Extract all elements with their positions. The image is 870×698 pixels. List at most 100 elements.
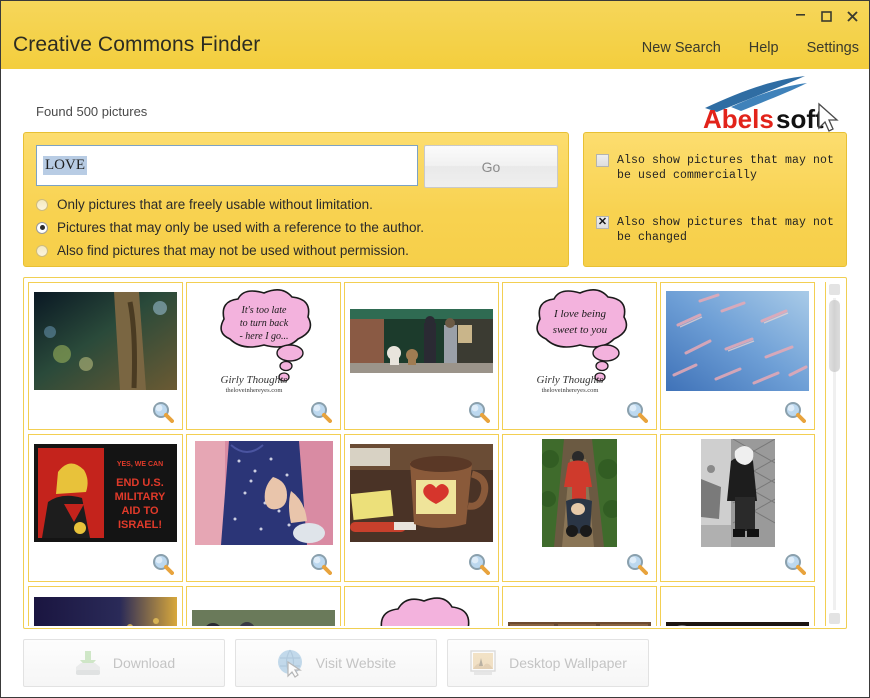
result-cell[interactable]: It's too late to turn back - here I go..… — [186, 282, 341, 430]
visit-website-label: Visit Website — [315, 655, 397, 671]
main-content: Found 500 pictures Abels soft LOVE Go On… — [1, 69, 869, 697]
thumbnail — [29, 287, 182, 395]
thumbnail: Inspiration with love — [661, 591, 814, 626]
abelssoft-logo: Abels soft — [687, 74, 847, 132]
result-cell[interactable] — [660, 282, 815, 430]
result-cell[interactable] — [344, 282, 499, 430]
magnifier-icon[interactable] — [784, 553, 806, 575]
result-cell[interactable]: YES, WE CAN END U.S. MILITARY AID TO ISR… — [28, 434, 183, 582]
options-checkbox-group: Also show pictures that may not be used … — [596, 153, 840, 277]
go-button[interactable]: Go — [424, 145, 558, 188]
thumbnail — [661, 439, 814, 547]
checkbox-noncommercial[interactable]: Also show pictures that may not be used … — [596, 153, 840, 183]
radio-permission[interactable]: Also find pictures that may not be used … — [36, 239, 424, 262]
radio-attribution[interactable]: Pictures that may only be used with a re… — [36, 216, 424, 239]
result-cell[interactable]: The best love — [344, 586, 499, 626]
thumbnail — [503, 439, 656, 547]
magnifier-icon[interactable] — [152, 401, 174, 423]
magnifier-icon[interactable] — [468, 401, 490, 423]
svg-text:The best love: The best love — [392, 624, 450, 626]
radio-dot-icon — [36, 221, 48, 234]
result-cell[interactable] — [28, 282, 183, 430]
magnifier-icon[interactable] — [468, 553, 490, 575]
window-controls — [792, 5, 861, 28]
result-cell[interactable]: I love being sweet to you Girly Thoughts… — [502, 282, 657, 430]
search-input[interactable]: LOVE — [36, 145, 418, 186]
download-label: Download — [112, 655, 176, 671]
scrollbar-thumb[interactable] — [829, 300, 840, 372]
results-grid-panel: It's too late to turn back - here I go..… — [23, 277, 847, 629]
radio-dot-icon — [36, 244, 48, 257]
results-grid: It's too late to turn back - here I go..… — [28, 282, 818, 626]
window-footer — [1, 694, 869, 697]
svg-text:AID TO: AID TO — [121, 505, 159, 517]
thumbnail: The best love — [345, 589, 498, 626]
visit-website-button[interactable]: Visit Website — [235, 639, 437, 687]
nav-new-search[interactable]: New Search — [642, 40, 721, 56]
thumbnail — [345, 439, 498, 547]
checkbox-nochange[interactable]: ✕ Also show pictures that may not be cha… — [596, 215, 840, 245]
results-scrollbar[interactable] — [825, 282, 842, 626]
checkbox-check-icon: ✕ — [596, 216, 609, 229]
checkbox-label: Also show pictures that may not be chang… — [617, 216, 835, 244]
thumbnail — [187, 591, 340, 626]
magnifier-icon[interactable] — [784, 401, 806, 423]
nav-help[interactable]: Help — [749, 40, 779, 56]
result-cell[interactable]: Inspiration with love — [660, 586, 815, 626]
thumbnail — [29, 591, 182, 626]
radio-label: Also find pictures that may not be used … — [57, 243, 409, 258]
desktop-wallpaper-button[interactable]: Desktop Wallpaper — [447, 639, 649, 687]
results-viewport: It's too late to turn back - here I go..… — [28, 282, 818, 626]
download-icon — [73, 648, 103, 678]
action-toolbar: Download Visit Website Desktop Wallpaper — [23, 639, 847, 689]
svg-text:END U.S.: END U.S. — [116, 477, 164, 489]
result-cell[interactable] — [502, 434, 657, 582]
svg-text:Abels: Abels — [703, 104, 774, 132]
svg-text:soft: soft — [776, 104, 824, 132]
result-cell[interactable] — [502, 586, 657, 626]
scroll-down-button[interactable] — [829, 613, 840, 624]
magnifier-icon[interactable] — [626, 553, 648, 575]
result-cell[interactable] — [660, 434, 815, 582]
checkbox-box-icon — [596, 154, 609, 167]
close-button[interactable] — [844, 8, 861, 25]
svg-text:ISRAEL!: ISRAEL! — [118, 519, 162, 531]
magnifier-icon[interactable] — [310, 553, 332, 575]
svg-text:sweet to you: sweet to you — [552, 324, 607, 336]
app-window: Creative Commons Finder New Search Help … — [0, 0, 870, 698]
download-button[interactable]: Download — [23, 639, 225, 687]
svg-text:Girly Thoughts: Girly Thoughts — [536, 374, 603, 386]
magnifier-icon[interactable] — [310, 401, 332, 423]
desktop-wallpaper-label: Desktop Wallpaper — [509, 655, 627, 671]
search-panel: LOVE Go Only pictures that are freely us… — [23, 132, 569, 267]
thumbnail: I love being sweet to you Girly Thoughts… — [503, 285, 656, 397]
radio-free-use[interactable]: Only pictures that are freely usable wit… — [36, 193, 424, 216]
thumbnail — [187, 439, 340, 547]
svg-text:I love being: I love being — [553, 308, 606, 320]
license-radio-group: Only pictures that are freely usable wit… — [36, 193, 424, 262]
wallpaper-icon — [469, 648, 499, 678]
magnifier-icon[interactable] — [152, 553, 174, 575]
top-nav: New Search Help Settings — [642, 40, 859, 56]
result-cell[interactable] — [28, 586, 183, 626]
nav-settings[interactable]: Settings — [807, 40, 859, 56]
result-cell[interactable] — [344, 434, 499, 582]
search-input-value: LOVE — [43, 156, 87, 175]
svg-text:to turn back: to turn back — [239, 318, 288, 329]
svg-text:theloveinhereyes.com: theloveinhereyes.com — [541, 387, 598, 394]
thumbnail: YES, WE CAN END U.S. MILITARY AID TO ISR… — [29, 439, 182, 547]
svg-text:It's too late: It's too late — [240, 305, 286, 316]
result-cell[interactable] — [186, 586, 341, 626]
options-panel: Also show pictures that may not be used … — [583, 132, 847, 267]
checkbox-label: Also show pictures that may not be used … — [617, 154, 835, 182]
magnifier-icon[interactable] — [626, 401, 648, 423]
radio-dot-icon — [36, 198, 48, 211]
minimize-button[interactable] — [792, 5, 809, 28]
thumbnail — [503, 591, 656, 626]
result-cell[interactable] — [186, 434, 341, 582]
maximize-button[interactable] — [818, 8, 835, 25]
scroll-up-button[interactable] — [829, 284, 840, 295]
thumbnail: It's too late to turn back - here I go..… — [187, 285, 340, 397]
svg-text:theloveinhereyes.com: theloveinhereyes.com — [225, 387, 282, 394]
thumbnail — [345, 287, 498, 395]
